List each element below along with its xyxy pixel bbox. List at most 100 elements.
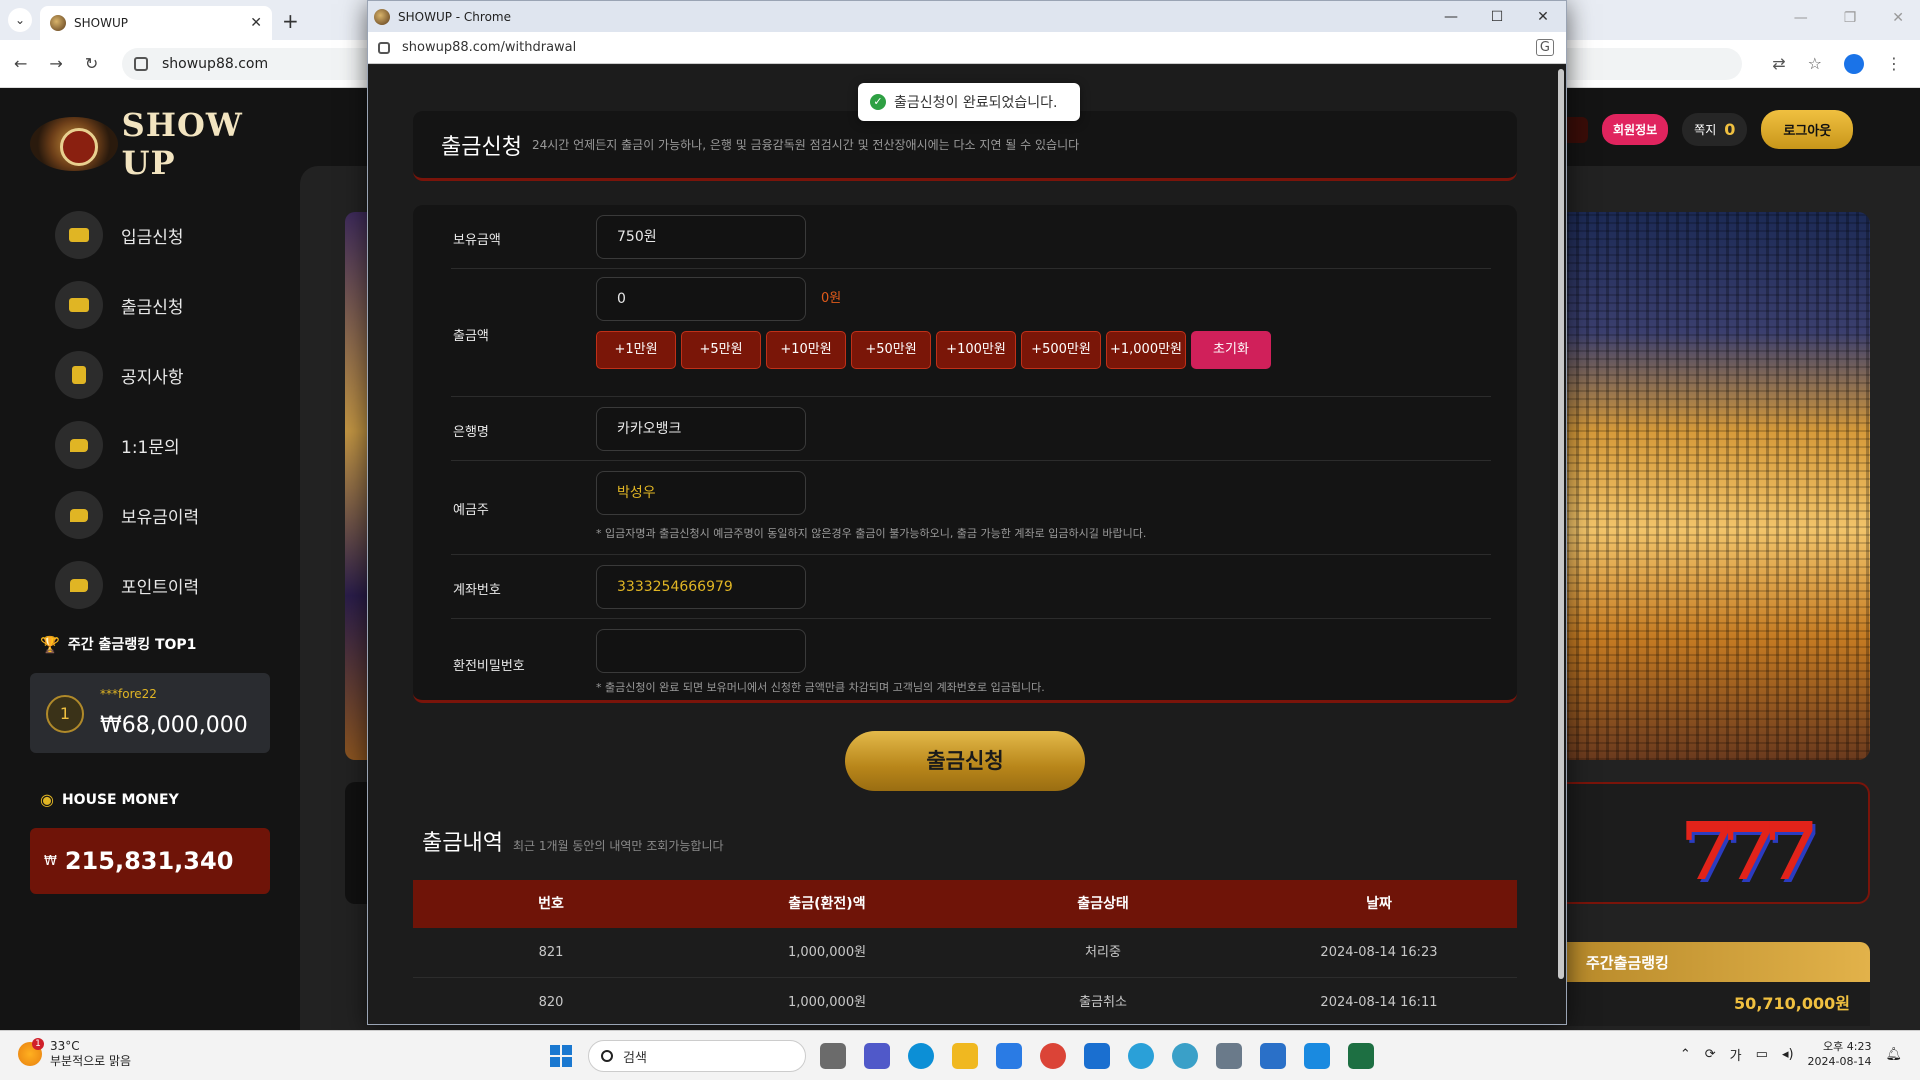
network-app-icon[interactable] (1172, 1043, 1198, 1069)
profile-avatar[interactable] (1844, 54, 1864, 74)
column-header: 출금(환전)액 (788, 896, 866, 912)
forward-icon[interactable]: → (49, 54, 62, 73)
notification-bell-icon[interactable]: 🔔︎ (1885, 1047, 1902, 1062)
close-icon[interactable]: ✕ (1892, 10, 1904, 26)
tab-showup[interactable]: SHOWUP ✕ (40, 6, 272, 40)
column-header: 번호 (538, 896, 564, 912)
notification-badge: 1 (32, 1038, 44, 1050)
weather-temp: 33°C (50, 1039, 80, 1053)
menu-kebab-icon[interactable]: ⋮ (1886, 54, 1902, 74)
password-note: * 출금신청이 완료 되면 보유머니에서 신청한 금액만큼 차감되며 고객님의 … (596, 681, 1045, 694)
network-icon[interactable]: ▭ (1756, 1047, 1768, 1062)
add-1m-button[interactable]: +100만원 (936, 331, 1016, 369)
site-info-icon[interactable] (134, 57, 148, 71)
chrome-icon[interactable] (1040, 1043, 1066, 1069)
popup-titlebar: SHOWUP - Chrome — ☐ ✕ (368, 1, 1566, 32)
add-500k-button[interactable]: +50만원 (851, 331, 931, 369)
bookmark-star-icon[interactable]: ☆ (1808, 54, 1822, 74)
column-header: 날짜 (1366, 896, 1392, 912)
edge-icon[interactable] (908, 1043, 934, 1069)
reset-button[interactable]: 초기화 (1191, 331, 1271, 369)
account-field: 3333254666979 (596, 565, 806, 609)
minimize-icon[interactable]: — (1428, 9, 1474, 25)
amount-input[interactable]: 0 (596, 277, 806, 321)
card-icon (55, 281, 103, 329)
holder-note: * 입금자명과 출금신청시 예금주명이 동일하지 않은경우 출금이 불가능하오니… (596, 527, 1147, 540)
excel-icon[interactable] (1348, 1043, 1374, 1069)
reload-icon[interactable]: ↻ (85, 54, 98, 73)
popup-url: showup88.com/withdrawal (402, 40, 577, 55)
cell-amount: 1,000,000원 (787, 945, 867, 960)
close-icon[interactable]: ✕ (1520, 9, 1566, 25)
site-info-icon[interactable] (378, 41, 390, 54)
translate-icon[interactable]: G (1535, 39, 1554, 56)
card-icon (55, 211, 103, 259)
teams-icon[interactable] (864, 1043, 890, 1069)
sidebar-item-label: 1:1문의 (121, 437, 180, 458)
chevron-up-icon[interactable]: ⌃ (1680, 1047, 1691, 1062)
minimize-icon[interactable]: — (1794, 10, 1808, 26)
sidebar-item-point-history[interactable]: 포인트이력 (55, 550, 199, 620)
member-info-button[interactable]: 회원정보 (1602, 114, 1669, 145)
slot-banner-edge (345, 782, 367, 904)
notepad-icon[interactable] (1260, 1043, 1286, 1069)
store-icon[interactable] (996, 1043, 1022, 1069)
add-10m-button[interactable]: +1,000만원 (1106, 331, 1186, 369)
window-controls: — ❐ ✕ (1794, 10, 1904, 26)
telegram-icon[interactable] (1128, 1043, 1154, 1069)
bank-field: 카카오뱅크 (596, 407, 806, 451)
add-10k-button[interactable]: +1만원 (596, 331, 676, 369)
volume-icon[interactable]: ◂) (1782, 1047, 1794, 1062)
chat-icon (55, 561, 103, 609)
weekly-ranking-header: 주간출금랭킹 (1566, 942, 1870, 982)
site-logo[interactable]: SHOW UP (30, 106, 300, 182)
weather-widget[interactable]: 1 33°C 부분적으로 맑음 (18, 1038, 131, 1069)
new-tab-button[interactable]: + (282, 9, 299, 33)
sidebar-item-label: 포인트이력 (121, 577, 200, 598)
task-view-icon[interactable] (820, 1043, 846, 1069)
sidebar-item-withdrawal[interactable]: 출금신청 (55, 270, 199, 340)
sidebar-item-balance-history[interactable]: 보유금이력 (55, 480, 199, 550)
sync-icon[interactable]: ⟳ (1705, 1047, 1716, 1062)
ime-indicator[interactable]: 가 (1730, 1045, 1742, 1064)
house-money-currency: ₩ (44, 853, 57, 869)
page-description: 24시간 언제든지 출금이 가능하나, 은행 및 금융감독원 점검시간 및 전산… (531, 138, 1080, 152)
withdrawal-history-table: 번호 출금(환전)액 출금상태 날짜 821 1,000,000원 처리중 20… (413, 880, 1517, 1024)
withdrawal-password-input[interactable] (596, 629, 806, 673)
start-button[interactable] (550, 1045, 572, 1067)
logo-text: SHOW UP (121, 106, 243, 182)
cell-number: 821 (538, 945, 564, 960)
scrollbar[interactable] (1558, 69, 1564, 979)
sidebar-item-label: 출금신청 (121, 297, 184, 318)
mail-icon[interactable] (1084, 1043, 1110, 1069)
history-title: 출금내역 (422, 831, 503, 856)
tab-close-icon[interactable]: ✕ (250, 15, 262, 31)
restore-icon[interactable]: ❐ (1844, 10, 1857, 26)
taskbar-apps (820, 1043, 1374, 1069)
clock[interactable]: 오후 4:23 2024-08-14 (1808, 1039, 1872, 1069)
translate-icon[interactable]: ⇄ (1772, 54, 1785, 74)
header-red-button[interactable] (1566, 116, 1588, 143)
rank-position-badge: 1 (46, 695, 84, 733)
message-button[interactable]: 쪽지 0 (1682, 113, 1748, 146)
back-icon[interactable]: ← (14, 54, 27, 73)
house-money-heading: ◉ HOUSE MONEY (40, 790, 179, 809)
check-circle-icon: ✓ (870, 94, 886, 110)
calculator-icon[interactable] (1216, 1043, 1242, 1069)
history-description: 최근 1개월 동안의 내역만 조회가능합니다 (512, 839, 724, 853)
add-100k-button[interactable]: +10만원 (766, 331, 846, 369)
add-5m-button[interactable]: +500만원 (1021, 331, 1101, 369)
maximize-icon[interactable]: ☐ (1474, 9, 1520, 25)
tab-search-button[interactable]: ⌄ (8, 8, 32, 32)
sidebar-item-deposit[interactable]: 입금신청 (55, 200, 199, 270)
sidebar-item-notice[interactable]: 공지사항 (55, 340, 199, 410)
sidebar-item-inquiry[interactable]: 1:1문의 (55, 410, 199, 480)
taskbar-search[interactable]: 검색 (588, 1040, 806, 1072)
logout-button[interactable]: 로그아웃 (1761, 110, 1854, 149)
file-explorer-icon[interactable] (952, 1043, 978, 1069)
tab-title: SHOWUP (74, 16, 128, 30)
submit-withdrawal-button[interactable]: 출금신청 (845, 731, 1085, 791)
add-50k-button[interactable]: +5만원 (681, 331, 761, 369)
paint-icon[interactable] (1304, 1043, 1330, 1069)
popup-address-bar: showup88.com/withdrawal G (368, 32, 1566, 64)
